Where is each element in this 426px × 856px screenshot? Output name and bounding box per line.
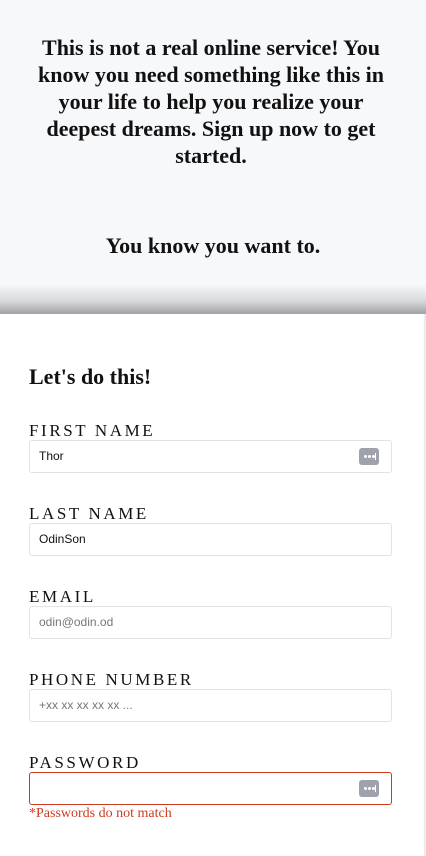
email-input[interactable]: odin@odin.od (29, 606, 392, 639)
last-name-input[interactable]: OdinSon (29, 523, 392, 556)
password-input[interactable] (29, 772, 392, 805)
password-label: PASSWORD (29, 753, 141, 772)
email-placeholder: odin@odin.od (39, 615, 114, 629)
phone-number-placeholder: +xx xx xx xx xx ... (39, 698, 133, 712)
last-name-label: LAST NAME (29, 504, 149, 523)
first-name-input[interactable]: Thor (29, 440, 392, 473)
password-error-message: *Passwords do not match (29, 806, 172, 821)
last-name-value: OdinSon (39, 532, 86, 546)
hero-shadow-divider (0, 284, 426, 314)
phone-number-label: PHONE NUMBER (29, 670, 194, 689)
form-title: Let's do this! (29, 364, 152, 389)
hero-section: This is not a real online service! You k… (0, 0, 426, 314)
hero-message: This is not a real online service! You k… (38, 35, 384, 168)
hero-tagline: You know you want to. (105, 233, 321, 258)
first-name-value: Thor (39, 449, 64, 463)
first-name-label: FIRST NAME (29, 421, 156, 440)
autofill-key-icon[interactable] (359, 780, 379, 797)
autofill-key-icon[interactable] (359, 448, 379, 465)
phone-number-input[interactable]: +xx xx xx xx xx ... (29, 689, 392, 722)
email-label: EMAIL (29, 587, 96, 606)
